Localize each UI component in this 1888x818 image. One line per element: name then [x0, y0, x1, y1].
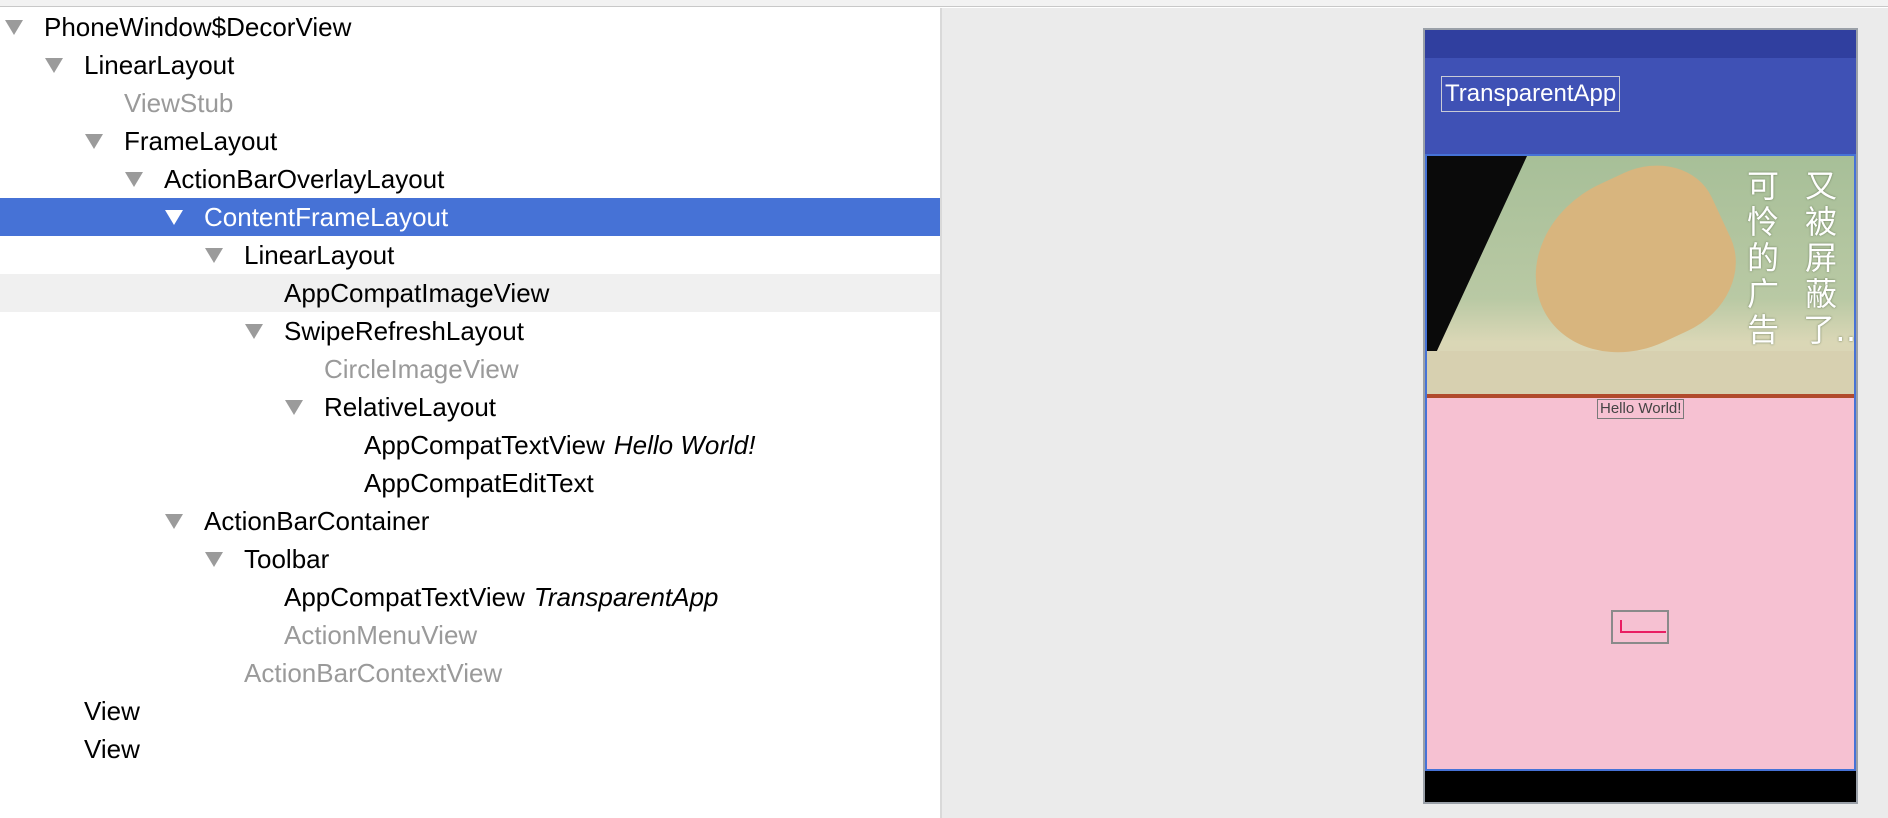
tree-node-label: View [84, 696, 140, 726]
collapse-triangle-icon[interactable] [205, 552, 223, 567]
tree-node-textview-title[interactable]: AppCompatTextView TransparentApp [0, 578, 940, 616]
status-bar [1425, 30, 1856, 58]
tree-node-appcompatimageview[interactable]: AppCompatImageView [0, 274, 940, 312]
edit-text-underline [1620, 631, 1666, 633]
tree-node-label: SwipeRefreshLayout [284, 316, 524, 346]
tree-node-toolbar[interactable]: Toolbar [0, 540, 940, 578]
tree-node-label: FrameLayout [124, 126, 278, 156]
tree-node-actionbaroverlaylayout[interactable]: ActionBarOverlayLayout [0, 160, 940, 198]
tree-node-label: ActionBarContainer [204, 506, 430, 536]
collapse-triangle-icon[interactable] [285, 400, 303, 415]
collapse-triangle-icon[interactable] [45, 58, 63, 73]
tree-node-decorview[interactable]: PhoneWindow$DecorView [0, 8, 940, 46]
tree-node-label: Toolbar [244, 544, 330, 574]
window-top-border [0, 0, 1888, 7]
toolbar[interactable]: TransparentApp [1425, 58, 1856, 154]
tree-node-actionbarcontextview[interactable]: ActionBarContextView [0, 654, 940, 692]
tree-node-label: ActionMenuView [284, 620, 478, 650]
toolbar-title[interactable]: TransparentApp [1441, 76, 1621, 112]
tree-node-swiperefreshlayout[interactable]: SwipeRefreshLayout [0, 312, 940, 350]
image-caption-left: 可怜的广告 [1746, 167, 1779, 349]
tree-node-relativelayout[interactable]: RelativeLayout [0, 388, 940, 426]
tree-node-appcompatedittext[interactable]: AppCompatEditText [0, 464, 940, 502]
tree-node-label: ContentFrameLayout [204, 202, 449, 232]
navigation-bar [1425, 771, 1856, 802]
edit-text-field[interactable] [1611, 610, 1669, 644]
tree-node-label: LinearLayout [244, 240, 395, 270]
tree-node-label: ActionBarContextView [244, 658, 503, 688]
device-screen[interactable]: TransparentApp 又被屏蔽了…… 可怜的广告 Hello World… [1423, 28, 1858, 804]
content-frame-highlight[interactable]: 又被屏蔽了…… 可怜的广告 Hello World! [1425, 154, 1856, 771]
collapse-triangle-icon[interactable] [205, 248, 223, 263]
tree-node-label: AppCompatTextView [284, 582, 525, 612]
tree-node-linearlayout[interactable]: LinearLayout [0, 46, 940, 84]
tree-node-text-value: Hello World! [613, 430, 756, 460]
collapse-triangle-icon[interactable] [165, 514, 183, 529]
tree-node-label: AppCompatTextView [364, 430, 605, 460]
tree-node-view[interactable]: View [0, 730, 940, 768]
tree-node-label: RelativeLayout [324, 392, 496, 422]
tree-node-viewstub[interactable]: ViewStub [0, 84, 940, 122]
image-floor-shape [1427, 351, 1854, 394]
collapse-triangle-icon[interactable] [85, 134, 103, 149]
tree-node-actionbarcontainer[interactable]: ActionBarContainer [0, 502, 940, 540]
tree-node-label: ViewStub [124, 88, 234, 118]
tree-node-label: AppCompatEditText [364, 468, 594, 498]
tree-node-actionmenuview[interactable]: ActionMenuView [0, 616, 940, 654]
collapse-triangle-icon[interactable] [165, 210, 183, 225]
tree-node-view[interactable]: View [0, 692, 940, 730]
hello-world-text[interactable]: Hello World! [1597, 399, 1685, 419]
tree-node-contentframelayout-selected[interactable]: ContentFrameLayout [0, 198, 940, 236]
tree-node-label: PhoneWindow$DecorView [44, 12, 352, 42]
tree-node-textview-hello[interactable]: AppCompatTextView Hello World! [0, 426, 940, 464]
advert-image[interactable]: 又被屏蔽了…… 可怜的广告 [1427, 156, 1854, 398]
tree-node-label: LinearLayout [84, 50, 235, 80]
tree-node-label-group: AppCompatTextView Hello World! [364, 426, 755, 464]
tree-node-label: ActionBarOverlayLayout [164, 164, 445, 194]
tree-node-label: AppCompatImageView [284, 278, 550, 308]
view-hierarchy-tree[interactable]: PhoneWindow$DecorView LinearLayout ViewS… [0, 8, 940, 818]
tree-node-label: CircleImageView [324, 354, 519, 384]
tree-node-circleimageview[interactable]: CircleImageView [0, 350, 940, 388]
tree-node-text-value: TransparentApp [533, 582, 719, 612]
tree-node-linearlayout-inner[interactable]: LinearLayout [0, 236, 940, 274]
collapse-triangle-icon[interactable] [245, 324, 263, 339]
dog-illustration [1505, 156, 1759, 383]
tree-node-framelayout[interactable]: FrameLayout [0, 122, 940, 160]
image-caption-right: 又被屏蔽了…… [1803, 167, 1854, 349]
collapse-triangle-icon[interactable] [5, 20, 23, 35]
tree-node-label: View [84, 734, 140, 764]
tree-node-label-group: AppCompatTextView TransparentApp [284, 578, 718, 616]
collapse-triangle-icon[interactable] [125, 172, 143, 187]
